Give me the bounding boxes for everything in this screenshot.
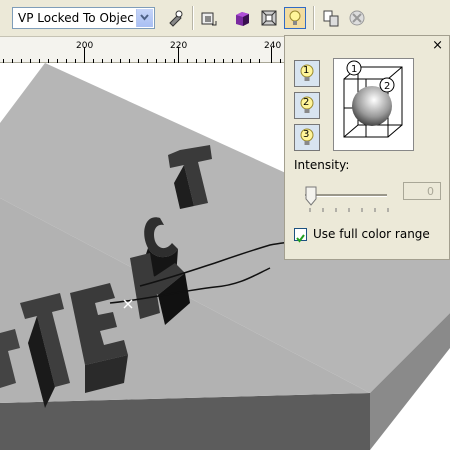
ruler-label-220: 220 xyxy=(170,41,188,51)
property-bar: VP Locked To Objec xyxy=(0,0,450,37)
intensity-label: Intensity: xyxy=(294,158,350,172)
preview-marker-1[interactable]: 1 xyxy=(351,64,357,75)
ruler-label-200: 200 xyxy=(76,41,94,51)
slider-ticks xyxy=(309,208,389,212)
use-full-color-range-checkbox[interactable] xyxy=(294,228,307,243)
preview-marker-2[interactable]: 2 xyxy=(384,81,390,92)
intensity-value-field[interactable]: 0 xyxy=(403,182,441,200)
close-icon[interactable]: × xyxy=(432,38,443,53)
vanishing-point-value: VP Locked To Objec xyxy=(18,11,134,25)
intensity-slider-thumb[interactable] xyxy=(305,186,317,206)
intensity-slider[interactable] xyxy=(305,194,387,197)
intensity-value: 0 xyxy=(427,185,434,198)
light-3-button[interactable]: 3 xyxy=(294,124,320,151)
use-full-color-range-label[interactable]: Use full color range xyxy=(313,227,430,241)
light-2-button[interactable]: 2 xyxy=(294,92,320,119)
lighting-panel: × 1 2 3 1 2 Intensity: 0 Use full color … xyxy=(284,35,450,260)
extruded-slab-front xyxy=(0,393,370,450)
chevron-down-icon[interactable] xyxy=(136,9,153,27)
vanishing-point-select[interactable]: VP Locked To Objec xyxy=(12,7,155,29)
light-2-label: 2 xyxy=(303,97,310,108)
rotate-view-icon[interactable] xyxy=(198,7,220,29)
lighting-icon[interactable] xyxy=(284,7,306,29)
ruler-label-240: 240 xyxy=(264,41,282,51)
light-1-button[interactable]: 1 xyxy=(294,60,320,87)
light-3-label: 3 xyxy=(303,129,310,140)
bevel-icon[interactable] xyxy=(258,7,280,29)
edit-vanishing-point-icon[interactable] xyxy=(164,7,186,29)
checkmark-icon xyxy=(296,234,305,243)
light-1-label: 1 xyxy=(303,65,310,76)
lighting-preview[interactable]: 1 2 xyxy=(333,58,414,151)
copy-extrude-properties-icon[interactable] xyxy=(320,7,342,29)
extrude-color-icon[interactable] xyxy=(232,7,254,29)
clear-extrude-icon[interactable] xyxy=(346,7,368,29)
